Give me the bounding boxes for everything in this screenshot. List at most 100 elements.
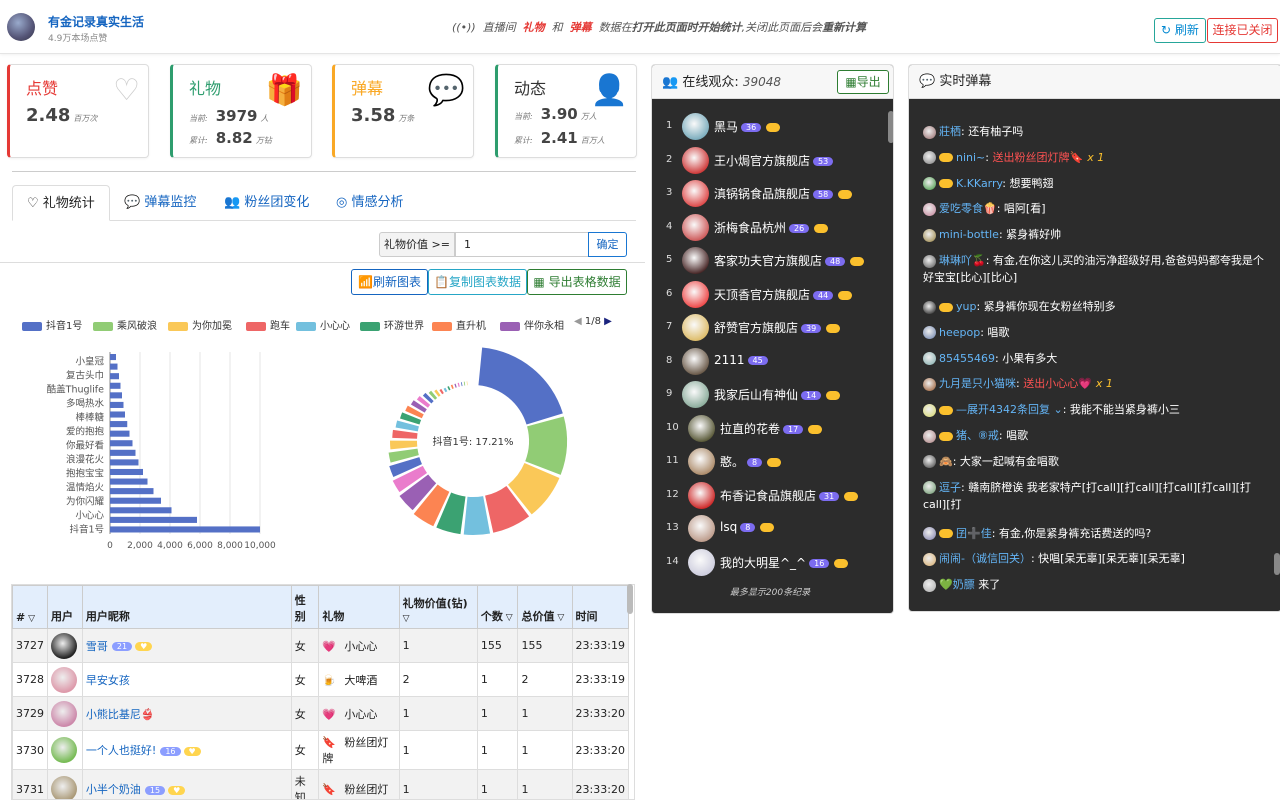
danmu-message[interactable]: 九月是只小猫咪: 送出小心心💗 x 1 [923, 375, 1273, 392]
user-nickname[interactable]: 小熊比基尼👙 [86, 708, 155, 721]
danmu-avatar[interactable] [923, 481, 936, 495]
column-header[interactable]: 用户昵称 [81, 585, 292, 629]
pie-slice[interactable] [439, 388, 444, 395]
viewer-row[interactable]: 13 lsq 8 [652, 512, 888, 545]
danmu-nickname[interactable]: yup [956, 300, 976, 313]
viewer-row[interactable]: 5 客家功夫官方旗舰店 48 [652, 244, 888, 277]
danmu-message[interactable]: 逗子: 赣南脐橙诶 我老家特产[打call][打call][打call][打ca… [923, 479, 1273, 513]
legend-item[interactable]: 跑车 [246, 317, 290, 332]
pie-slice[interactable] [478, 347, 563, 425]
column-header[interactable]: 个数 ▽ [476, 585, 519, 629]
sort-icon[interactable]: ▽ [503, 613, 513, 623]
column-header[interactable]: 总价值 ▽ [517, 585, 573, 629]
danmu-avatar[interactable] [923, 352, 936, 366]
danmu-message[interactable]: 琳琳吖🍒: 有金,在你这儿买的油污净超级好用,爸爸妈妈都夸我是个好宝宝[比心][… [923, 252, 1273, 286]
export-viewers-button[interactable]: ▦导出 [837, 70, 889, 94]
legend-item[interactable]: 直升机 [432, 317, 486, 332]
viewer-avatar[interactable] [682, 180, 709, 207]
column-header[interactable]: 用户 [47, 585, 83, 629]
danmu-avatar[interactable] [923, 300, 936, 314]
viewer-row[interactable]: 9 我家后山有神仙 14 [652, 378, 888, 411]
pie-slice[interactable] [454, 383, 457, 388]
danmu-message[interactable]: 85455469: 小果有多大 [923, 350, 1273, 367]
bar[interactable] [110, 363, 118, 370]
bar[interactable] [110, 373, 119, 380]
danmu-avatar[interactable] [923, 527, 936, 541]
sort-icon[interactable]: ▽ [403, 614, 410, 624]
streamer-avatar[interactable] [7, 13, 35, 41]
danmu-message[interactable]: K.KKarry: 想要鸭翅 [923, 175, 1273, 192]
danmu-message[interactable]: 闹闹-（诚信回关）: 快唱[呆无辜][呆无辜][呆无辜] [923, 550, 1273, 567]
viewer-avatar[interactable] [682, 280, 709, 308]
legend-item[interactable]: 环游世界 [360, 317, 424, 332]
avatar[interactable] [51, 632, 77, 659]
bar[interactable] [110, 488, 154, 495]
viewers-scrollbar[interactable] [888, 111, 893, 143]
danmu-avatar[interactable] [923, 228, 936, 242]
viewer-avatar[interactable] [688, 448, 715, 475]
viewer-row[interactable]: 8 2111 45 [652, 345, 888, 378]
column-header[interactable]: 性别 [290, 585, 320, 629]
user-nickname[interactable]: 早安女孩 [86, 674, 130, 687]
viewer-row[interactable]: 11 憨。 8 [652, 445, 888, 478]
danmu-avatar[interactable] [923, 578, 936, 592]
pie-slice[interactable] [392, 429, 418, 439]
bar[interactable] [110, 507, 172, 514]
bar[interactable] [110, 478, 148, 485]
danmu-message[interactable]: —展开4342条回复 ⌄: 我能不能当紧身裤小三 [923, 401, 1273, 418]
danmu-message[interactable]: 爱吃零食🍿: 唱阿[看] [923, 200, 1273, 217]
danmu-avatar[interactable] [923, 254, 936, 268]
tab-sentiment[interactable]: ◎ 情感分析 [336, 185, 404, 221]
connection-status-button[interactable]: 连接已关闭 [1207, 18, 1278, 43]
danmu-avatar[interactable] [923, 429, 936, 443]
viewer-avatar[interactable] [688, 414, 715, 442]
pie-slice[interactable] [463, 381, 466, 386]
column-header[interactable]: 礼物价值(钻) ▽ [398, 585, 478, 629]
danmu-message[interactable]: nini~: 送出粉丝团灯牌🔖 x 1 [923, 149, 1273, 166]
danmu-nickname[interactable]: mini-bottle [939, 228, 999, 241]
legend-item[interactable]: 为你加冕 [168, 317, 232, 332]
legend-item[interactable]: 抖音1号 [22, 317, 82, 332]
viewer-row[interactable]: 14 我的大明星^_^ 16 [652, 546, 888, 579]
danmu-nickname[interactable]: 闹闹-（诚信回关） [939, 552, 1031, 565]
pie-slice[interactable] [460, 382, 463, 387]
streamer-name[interactable]: 有金记录真实生活 [48, 13, 144, 30]
pie-slice[interactable] [390, 440, 418, 450]
pie-slice[interactable] [450, 384, 454, 389]
danmu-avatar[interactable] [923, 377, 936, 391]
legend-item[interactable]: 乘风破浪 [93, 317, 157, 332]
gift-value-filter-input[interactable]: 1 [455, 232, 589, 257]
viewer-row[interactable]: 2 王小焗官方旗舰店 53 [652, 144, 888, 177]
tab-fan-club[interactable]: 👥 粉丝团变化 [224, 185, 309, 221]
pie-slice[interactable] [466, 381, 468, 386]
viewer-row[interactable]: 3 滇锅锅食品旗舰店 58 [652, 177, 888, 210]
pie-slice[interactable] [447, 386, 451, 391]
danmu-message[interactable]: 🙈: 大家一起喊有金唱歌 [923, 453, 1273, 470]
avatar[interactable] [51, 737, 77, 763]
bar[interactable] [110, 516, 197, 523]
table-scrollbar[interactable] [627, 584, 633, 614]
bar[interactable] [110, 497, 161, 504]
danmu-nickname[interactable]: 莊栖 [939, 125, 961, 138]
danmu-nickname[interactable]: 猪、⑧戒 [956, 429, 999, 442]
danmu-scrollbar[interactable] [1274, 553, 1280, 575]
danmu-avatar[interactable] [923, 403, 936, 417]
danmu-nickname[interactable]: 逗子 [939, 481, 961, 494]
viewer-avatar[interactable] [688, 548, 715, 576]
danmu-nickname[interactable]: heepop [939, 326, 980, 339]
pie-slice[interactable] [457, 382, 460, 387]
bar[interactable] [110, 526, 260, 533]
viewer-row[interactable]: 4 浙梅食品杭州 26 [652, 211, 888, 244]
bar[interactable] [110, 411, 125, 418]
sort-icon[interactable]: ▽ [554, 613, 564, 623]
viewer-avatar[interactable] [688, 515, 715, 542]
bar[interactable] [110, 382, 121, 389]
danmu-message[interactable]: mini-bottle: 紧身裤好帅 [923, 226, 1273, 243]
table-row[interactable]: 3731 小半个奶油 15 ♥ 未知 🔖 粉丝团灯 1 1 1 23:33:20 [12, 769, 630, 799]
column-header[interactable]: # ▽ [12, 585, 48, 629]
danmu-nickname[interactable]: 九月是只小猫咪 [939, 377, 1016, 390]
viewer-avatar[interactable] [682, 113, 709, 140]
bar[interactable] [110, 449, 136, 456]
danmu-nickname[interactable]: 囝➕佳 [956, 527, 992, 540]
next-page-icon[interactable]: ▶ [601, 316, 612, 327]
